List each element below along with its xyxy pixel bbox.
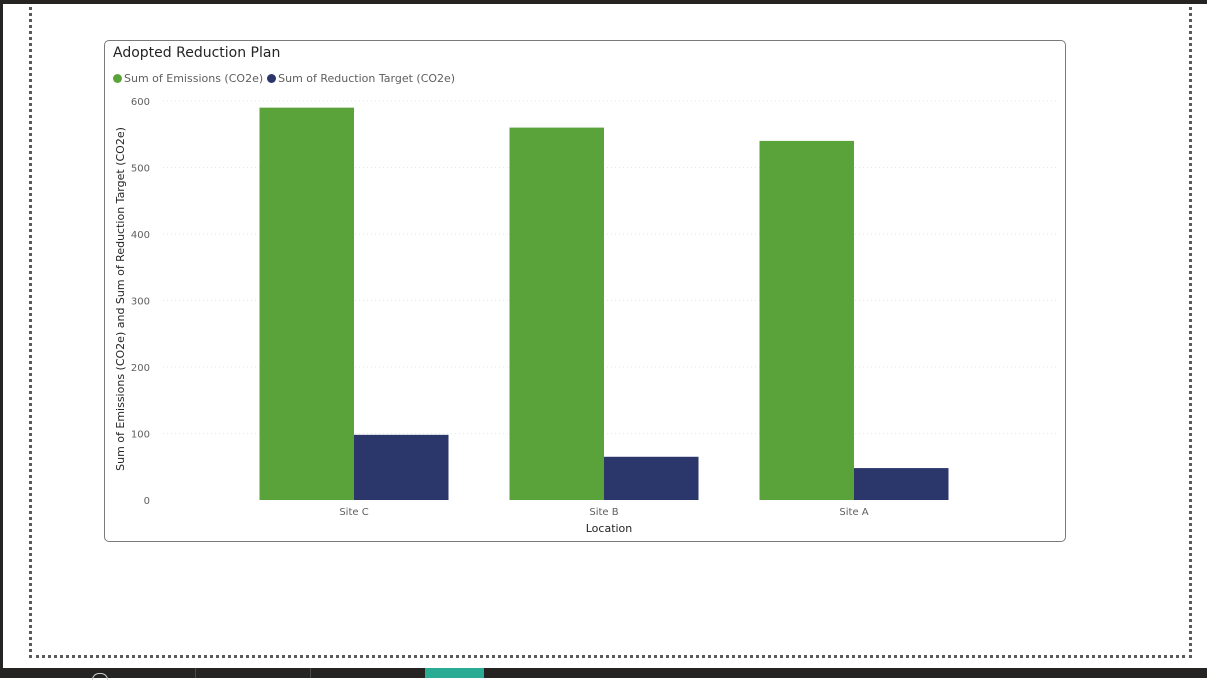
bar-site-c-emissions[interactable]: [259, 107, 355, 501]
window-left-edge: [0, 0, 3, 678]
y-axis-ticks: 0 100 200 300 400 500 600: [131, 97, 150, 507]
bar-site-c-reduction-target[interactable]: [354, 434, 449, 500]
x-axis-ticks: Site C Site B Site A: [339, 507, 868, 518]
window-top-bar: [0, 0, 1207, 4]
y-tick-label: 100: [131, 430, 150, 441]
y-axis-title: Sum of Emissions (CO2e) and Sum of Reduc…: [114, 127, 127, 471]
y-tick-label: 500: [131, 164, 150, 175]
page-tabs-bar: [0, 668, 1207, 680]
tab-divider: [195, 668, 196, 678]
x-tick-label: Site A: [839, 507, 868, 518]
page-nav-icon[interactable]: [92, 673, 108, 680]
bar-site-a-emissions[interactable]: [759, 140, 855, 500]
bar-site-b-emissions[interactable]: [509, 127, 605, 500]
y-tick-label: 200: [131, 363, 150, 374]
y-tick-label: 0: [144, 496, 150, 507]
bar-site-a-reduction-target[interactable]: [854, 468, 949, 500]
x-tick-label: Site B: [589, 507, 618, 518]
page-tab-active[interactable]: [425, 668, 484, 678]
bars: [259, 107, 949, 501]
x-axis-title: Location: [586, 522, 633, 535]
y-tick-label: 600: [131, 97, 150, 108]
bar-site-b-reduction-target[interactable]: [604, 456, 699, 500]
chart-plot-area: 0 100 200 300 400 500 600 Site C Site B Site A L…: [114, 97, 1057, 535]
chart-visual[interactable]: Adopted Reduction Plan Sum of Emissions …: [104, 40, 1066, 542]
tab-divider: [310, 668, 311, 678]
y-tick-label: 300: [131, 297, 150, 308]
y-tick-label: 400: [131, 230, 150, 241]
x-tick-label: Site C: [339, 507, 368, 518]
